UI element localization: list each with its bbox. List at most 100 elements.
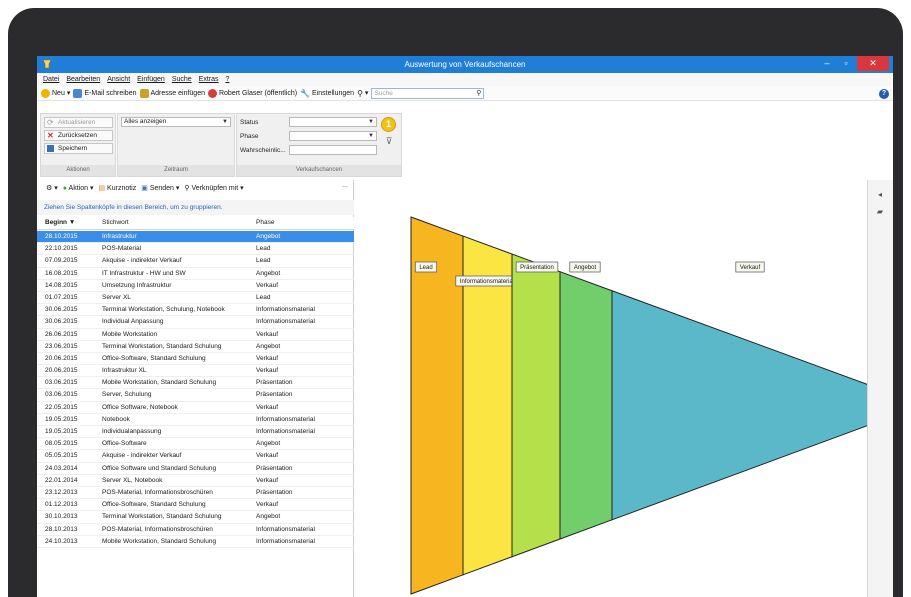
table-row[interactable]: 23.12.2013 POS-Material, Informationsbros…	[37, 487, 354, 500]
search-dropdown-button[interactable]: ⚲ ▾	[357, 89, 368, 98]
table-row[interactable]: 23.06.2015 Terminal Workstation, Standard…	[37, 341, 354, 353]
refresh-button[interactable]: ⟳ Aktualisieren	[44, 117, 113, 128]
table-row[interactable]: 28.10.2015 Infrastruktur Angebot	[37, 231, 354, 244]
cell-begin: 23.12.2013	[45, 488, 78, 496]
send-button[interactable]: ▣ Senden ▾	[141, 184, 179, 192]
ribbon-group-period: Alles anzeigen ▼ Zeitraum	[117, 113, 235, 177]
address-button[interactable]: Adresse einfügen	[139, 88, 205, 98]
cell-phase: Angebot	[256, 440, 281, 448]
table-row[interactable]: 05.05.2015 Akquise - indirekter Verkauf Ve…	[37, 450, 354, 463]
funnel-segment-2[interactable]	[511, 253, 561, 558]
help-icon[interactable]: ?	[879, 89, 889, 99]
address-label: Adresse einfügen	[150, 89, 205, 97]
column-header-phase[interactable]: Phase	[256, 217, 353, 229]
table-row[interactable]: 20.06.2015 Office-Software, Standard Schu…	[37, 353, 354, 366]
table-row[interactable]: 07.09.2015 Akquise - indirekter Verkauf Le…	[37, 255, 354, 268]
table-row[interactable]: 01.12.2013 Office-Software, Standard Schu…	[37, 499, 354, 512]
table-row[interactable]: 22.05.2015 Office Software, Notebook Verka…	[37, 402, 354, 414]
cell-phase: Informationsmaterial	[256, 415, 315, 423]
phase-select[interactable]: ▼	[289, 131, 377, 141]
cell-begin: 22.10.2015	[45, 245, 78, 253]
table-row[interactable]: 24.03.2014 Office Software und Standard S…	[37, 463, 354, 475]
table-row[interactable]: 16.08.2015 IT Infrastruktur - HW und SW An…	[37, 268, 354, 280]
email-button[interactable]: E-Mail schreiben	[73, 88, 137, 98]
search-icon[interactable]: ⚲	[476, 89, 481, 98]
table-row[interactable]: 01.07.2015 Server XL Lead	[37, 292, 354, 305]
cell-begin: 20.06.2015	[45, 367, 78, 375]
settings-button[interactable]: 🔧 Einstellungen	[300, 89, 354, 98]
table-row[interactable]: 19.05.2015 Notebook Informationsmaterial	[37, 414, 354, 426]
minimize-button[interactable]: –	[818, 56, 836, 71]
collapse-icon[interactable]: ◂	[874, 190, 886, 202]
funnel-segment-0[interactable]	[410, 216, 464, 595]
table-row[interactable]: 08.05.2015 Office-Software Angebot	[37, 438, 354, 451]
step-badge[interactable]: 1	[381, 117, 396, 132]
cell-phase: Verkauf	[256, 452, 279, 460]
ribbon-group-sales: Status ▼ Phase ▼ Wahrscheinlic... Verkau…	[236, 113, 402, 177]
table-row[interactable]: 14.08.2015 Umsetzung Infrastruktur Verkauf	[37, 280, 354, 292]
funnel-segment-1[interactable]	[462, 235, 513, 576]
user-button[interactable]: Robert Glaser (öffentlich)	[207, 88, 297, 98]
export-icon[interactable]: ▰	[874, 207, 886, 219]
table-row[interactable]: 28.10.2013 POS-Material, Informationsbros…	[37, 524, 354, 536]
chevron-down-icon: ▼	[368, 133, 374, 139]
user-icon	[207, 88, 217, 98]
right-side-bar: ◂ ▰	[867, 180, 893, 597]
ribbon: ⟳ Aktualisieren ✕ Zurücksetzen Speichern…	[37, 101, 893, 180]
reset-button[interactable]: ✕ Zurücksetzen	[44, 130, 113, 141]
table-header: Beginn ▼ Stichwort Phase	[37, 217, 354, 230]
menu-suche[interactable]: Suche	[172, 76, 192, 83]
cell-keyword: Infrastruktur	[102, 233, 137, 240]
sort-desc-icon: ▼	[68, 219, 76, 226]
table-row[interactable]: 22.01.2014 Server XL, Notebook Verkauf	[37, 475, 354, 487]
menu-bar: Datei Bearbeiten Ansicht Einfügen Suche …	[37, 73, 893, 86]
filter-icon[interactable]: ⊽	[383, 136, 395, 148]
settings-icon[interactable]: ⚙ ▾	[46, 184, 58, 192]
address-icon	[139, 88, 149, 98]
period-select[interactable]: Alles anzeigen ▼	[121, 117, 231, 127]
menu-extras[interactable]: Extras	[199, 76, 219, 83]
save-button[interactable]: Speichern	[44, 143, 113, 154]
table-row[interactable]: 26.06.2015 Mobile Workstation Verkauf	[37, 329, 354, 341]
table-row[interactable]: 19.05.2015 Individualanpassung Information…	[37, 426, 354, 439]
action-button[interactable]: ● Aktion ▾	[63, 184, 94, 192]
more-button[interactable]: ...	[342, 182, 348, 189]
table-row[interactable]: 22.10.2015 POS-Material Lead	[37, 243, 354, 256]
search-input[interactable]: Suche ⚲	[371, 87, 485, 99]
group-hint[interactable]: Ziehen Sie Spaltenköpfe in diesen Bereic…	[37, 200, 354, 215]
menu-help[interactable]: ?	[226, 76, 230, 83]
status-select[interactable]: ▼	[289, 117, 377, 127]
maximize-button[interactable]: ▫	[837, 56, 855, 71]
cell-keyword: Office-Software, Standard Schulung	[102, 354, 206, 362]
menu-ansicht[interactable]: Ansicht	[107, 76, 130, 83]
note-button[interactable]: ▤ Kurznotiz	[98, 184, 136, 192]
cell-begin: 24.10.2013	[45, 537, 78, 545]
column-header-keyword[interactable]: Stichwort	[102, 217, 252, 229]
table-row[interactable]: 30.06.2015 Individual Anpassung Informatio…	[37, 316, 354, 329]
table-row[interactable]: 20.06.2015 Infrastruktur XL Verkauf	[37, 365, 354, 378]
column-header-begin[interactable]: Beginn ▼	[45, 217, 101, 229]
send-label: Senden	[149, 185, 174, 192]
cell-keyword: Office Software und Standard Schulung	[102, 464, 217, 472]
table-row[interactable]: 30.06.2015 Terminal Workstation, Schulung…	[37, 304, 354, 317]
menu-einfuegen[interactable]: Einfügen	[137, 76, 165, 83]
new-button[interactable]: Neu ▾	[41, 88, 70, 98]
close-button[interactable]: ✕	[857, 56, 889, 71]
cell-keyword: Individualanpassung	[102, 428, 162, 435]
table-row[interactable]: 03.06.2015 Server, Schulung Präsentation	[37, 389, 354, 402]
table-row[interactable]: 03.06.2015 Mobile Workstation, Standard S…	[37, 377, 354, 390]
cell-phase: Verkauf	[256, 403, 279, 411]
reset-label: Zurücksetzen	[58, 132, 98, 139]
funnel-label-text: Lead	[419, 265, 432, 271]
funnel-segment-4[interactable]	[611, 290, 867, 521]
cell-begin: 30.06.2015	[45, 306, 78, 314]
menu-datei[interactable]: Datei	[43, 76, 59, 83]
cell-keyword: Mobile Workstation	[102, 330, 158, 338]
table-row[interactable]: 24.10.2013 Mobile Workstation, Standard S…	[37, 536, 354, 548]
menu-bearbeiten[interactable]: Bearbeiten	[66, 76, 100, 83]
link-button[interactable]: ⚲ Verknüpfen mit ▾	[184, 184, 243, 192]
probability-input[interactable]	[289, 145, 377, 155]
cell-keyword: Mobile Workstation, Standard Schulung	[102, 537, 217, 545]
table-row[interactable]: 30.10.2013 Terminal Workstation, Standard…	[37, 511, 354, 524]
funnel-segment-3[interactable]	[559, 270, 613, 540]
